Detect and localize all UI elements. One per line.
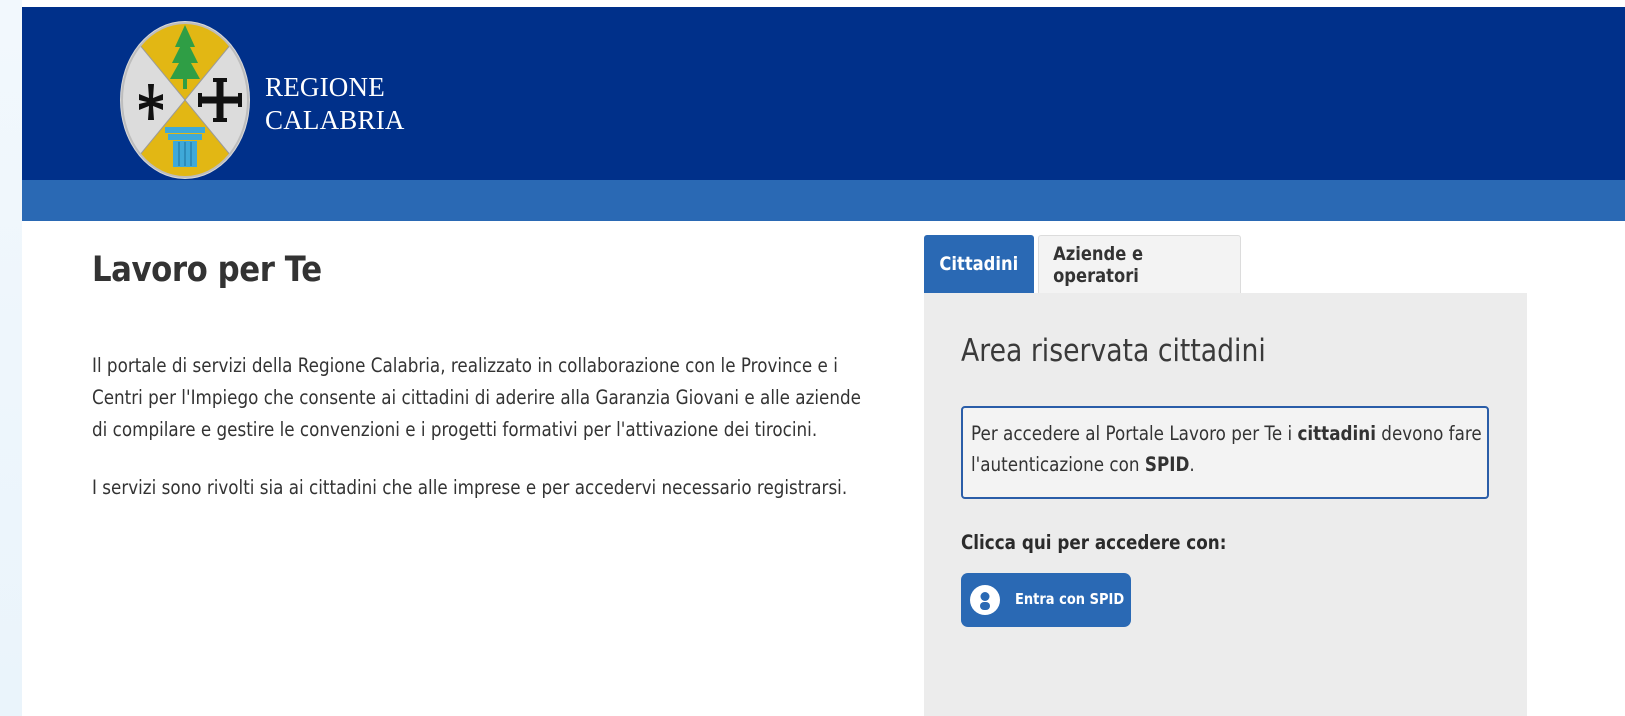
- notice-text-part-1: Per accedere al Portale Lavoro per Te i: [971, 422, 1298, 445]
- spid-notice-box: Per accedere al Portale Lavoro per Te i …: [961, 406, 1489, 499]
- tab-cittadini-label: Cittadini: [939, 253, 1019, 275]
- services-paragraph: I servizi sono rivolti sia ai cittadini …: [92, 476, 848, 499]
- page-title: Lavoro per Te: [92, 250, 322, 290]
- brand-name[interactable]: REGIONE CALABRIA: [265, 71, 407, 137]
- notice-text: Per accedere al Portale Lavoro per Te i …: [971, 418, 1487, 480]
- user-icon: [970, 585, 1000, 615]
- brand-line-1: REGIONE: [265, 72, 385, 102]
- notice-text-part-3: .: [1189, 453, 1195, 476]
- navigation-bar: [22, 180, 1625, 221]
- left-gutter: [0, 0, 22, 716]
- tab-cittadini[interactable]: Cittadini: [924, 235, 1034, 293]
- spid-button-label: Entra con SPID: [1015, 590, 1125, 608]
- notice-bold-cittadini: cittadini: [1297, 422, 1376, 445]
- access-prompt: Clicca qui per accedere con:: [961, 531, 1227, 554]
- login-panel: Area riservata cittadini Per accedere al…: [924, 293, 1527, 716]
- notice-bold-spid: SPID: [1144, 453, 1190, 476]
- tab-aziende-operatori-label: Aziende e operatori: [1053, 242, 1144, 287]
- top-strip: [22, 0, 1625, 7]
- tab-aziende-operatori[interactable]: Aziende e operatori: [1038, 235, 1241, 293]
- intro-paragraph: Il portale di servizi della Regione Cala…: [92, 354, 861, 441]
- site-header: REGIONE CALABRIA: [22, 7, 1625, 180]
- regione-calabria-logo-icon[interactable]: [120, 21, 250, 179]
- panel-title: Area riservata cittadini: [961, 333, 1266, 369]
- entra-con-spid-button[interactable]: Entra con SPID: [961, 573, 1131, 627]
- brand-line-2: CALABRIA: [265, 105, 405, 135]
